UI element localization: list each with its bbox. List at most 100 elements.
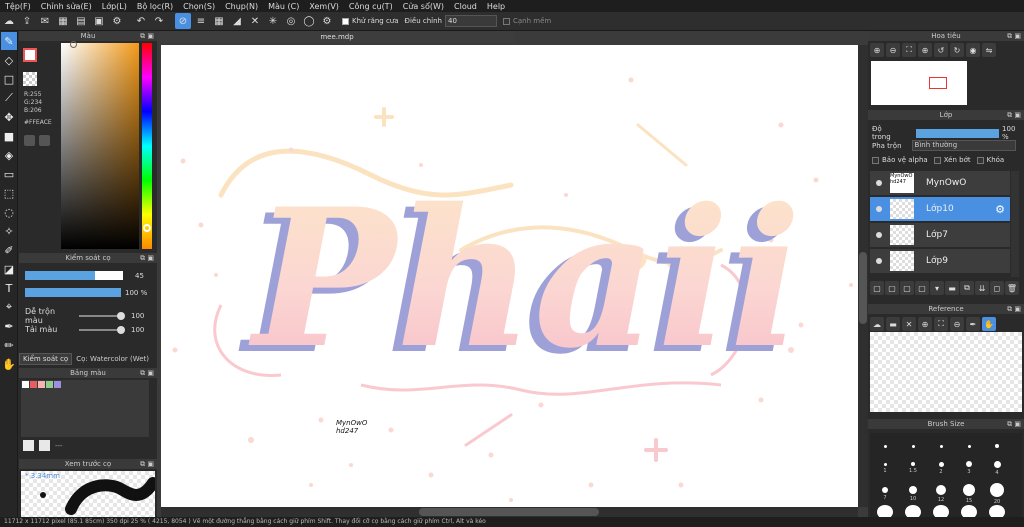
fit-icon[interactable]: ⛶ bbox=[902, 43, 916, 57]
fill-tool-icon[interactable]: ◈ bbox=[1, 146, 17, 164]
open-file-icon[interactable]: ▬ bbox=[886, 317, 900, 331]
reset-rotation-icon[interactable]: ◉ bbox=[966, 43, 980, 57]
menu-item-1[interactable]: Chỉnh sửa(E) bbox=[36, 2, 97, 11]
zoom-in-icon[interactable]: ⊕ bbox=[870, 43, 884, 57]
cloud-icon[interactable]: ☁ bbox=[1, 13, 17, 29]
snap-concentric-icon[interactable]: ◎ bbox=[283, 13, 299, 29]
menu-item-7[interactable]: Xem(V) bbox=[304, 2, 344, 11]
color-wheel-icon[interactable] bbox=[24, 135, 35, 146]
brush-opacity-slider[interactable] bbox=[25, 288, 121, 297]
document-tab[interactable]: mee.mdp bbox=[160, 31, 514, 43]
hand-tool-icon[interactable]: ✋ bbox=[1, 355, 17, 373]
new-layer-1bit-icon[interactable]: ▢ bbox=[900, 281, 914, 295]
image-icon[interactable]: ▣ bbox=[91, 13, 107, 29]
layers-icon[interactable]: ▤ bbox=[73, 13, 89, 29]
hue-cursor[interactable] bbox=[143, 224, 151, 232]
brush-size-preset[interactable]: 20 bbox=[984, 481, 1010, 507]
clear-layer-icon[interactable]: ◻ bbox=[990, 281, 1004, 295]
eyedropper-icon[interactable]: ✒ bbox=[1, 317, 17, 335]
rotate-left-icon[interactable]: ↺ bbox=[934, 43, 948, 57]
snap-grid-icon[interactable]: ▦ bbox=[211, 13, 227, 29]
menu-item-4[interactable]: Chọn(S) bbox=[178, 2, 220, 11]
brush-size-preset[interactable] bbox=[900, 435, 926, 457]
brush-opacity-value[interactable]: 100 % bbox=[125, 289, 147, 297]
brush-size-preset[interactable]: 12 bbox=[928, 481, 954, 507]
snap-radial-icon[interactable]: ✳ bbox=[265, 13, 281, 29]
panel-controls-icon[interactable]: ⧉ ▣ bbox=[140, 31, 154, 41]
undo-icon[interactable]: ↶ bbox=[133, 13, 149, 29]
palette-swatch[interactable] bbox=[54, 381, 61, 388]
snap-cross-icon[interactable]: ✕ bbox=[247, 13, 263, 29]
chat-icon[interactable]: ✉ bbox=[37, 13, 53, 29]
gradient-tool-icon[interactable]: ▭ bbox=[1, 165, 17, 183]
horizontal-scroll-thumb[interactable] bbox=[419, 508, 599, 516]
tab-brush-control[interactable]: Kiểm soát cọ bbox=[19, 353, 73, 365]
hue-slider[interactable] bbox=[142, 43, 152, 249]
menu-item-0[interactable]: Tệp(F) bbox=[0, 2, 36, 11]
panel-controls-icon[interactable]: ⧉ ▣ bbox=[140, 253, 154, 263]
brush-size-preset[interactable]: 15 bbox=[956, 481, 982, 507]
panel-controls-icon[interactable]: ⧉ ▣ bbox=[1007, 31, 1021, 41]
antialias-checkbox[interactable] bbox=[342, 17, 349, 25]
brush-size-preset[interactable] bbox=[872, 435, 898, 457]
layer-settings-icon[interactable]: ⚙ bbox=[995, 203, 1005, 216]
panel-controls-icon[interactable]: ⧉ ▣ bbox=[140, 368, 154, 378]
snap-vanish-icon[interactable]: ◢ bbox=[229, 13, 245, 29]
brush-tool-icon[interactable]: ✎ bbox=[1, 32, 17, 50]
eye-icon[interactable] bbox=[876, 206, 882, 212]
snap-settings-icon[interactable]: ⚙ bbox=[319, 13, 335, 29]
vertical-scroll-thumb[interactable] bbox=[859, 252, 867, 324]
new-folder-icon[interactable]: ▬ bbox=[945, 281, 959, 295]
new-halftone-icon[interactable]: ▢ bbox=[915, 281, 929, 295]
brush-size-preset[interactable]: 4 bbox=[984, 455, 1010, 481]
blend-slider[interactable] bbox=[79, 312, 125, 320]
new-layer-icon[interactable]: ▢ bbox=[870, 281, 884, 295]
menu-item-6[interactable]: Màu (C) bbox=[263, 2, 304, 11]
grid-view-icon[interactable]: ▦ bbox=[55, 13, 71, 29]
menu-item-8[interactable]: Công cụ(T) bbox=[344, 2, 398, 11]
soft-edge-option[interactable]: Cạnh mềm bbox=[503, 17, 551, 25]
palette-swatch[interactable] bbox=[46, 381, 53, 388]
foreground-color-swatch[interactable] bbox=[23, 48, 37, 62]
select-pen-icon[interactable]: ✐ bbox=[1, 241, 17, 259]
palette-swatch[interactable] bbox=[38, 381, 45, 388]
layer-row[interactable]: MynOwO hd247 MynOwO bbox=[870, 171, 1010, 196]
snap-circle-icon[interactable]: ◯ bbox=[301, 13, 317, 29]
shape-tool-icon[interactable]: ■ bbox=[1, 127, 17, 145]
canvas-page[interactable]: Phaii Phaii MynOwO hd247 bbox=[161, 45, 858, 507]
export-icon[interactable]: ⇪ bbox=[19, 13, 35, 29]
protect-alpha-checkbox[interactable] bbox=[872, 156, 879, 164]
layer-row[interactable]: Lớp9 bbox=[870, 249, 1010, 274]
snap-parallel-icon[interactable]: ≡ bbox=[193, 13, 209, 29]
palette-swatch[interactable] bbox=[22, 381, 29, 388]
antialias-option[interactable]: Khử răng cưa bbox=[342, 17, 399, 25]
brush-size-preset[interactable]: 10 bbox=[900, 481, 926, 507]
eye-icon[interactable] bbox=[876, 180, 882, 186]
zoom-100-icon[interactable]: ⊕ bbox=[918, 43, 932, 57]
layer-row[interactable]: Lớp7 bbox=[870, 223, 1010, 248]
ref-zoom-out-icon[interactable]: ⊖ bbox=[950, 317, 964, 331]
brush-size-preset[interactable] bbox=[984, 435, 1010, 457]
flip-icon[interactable]: ⇋ bbox=[982, 43, 996, 57]
panel-controls-icon[interactable]: ⧉ ▣ bbox=[140, 459, 154, 469]
magic-wand-icon[interactable]: ✧ bbox=[1, 222, 17, 240]
background-color-swatch[interactable] bbox=[23, 72, 37, 86]
ref-fit-icon[interactable]: ⛶ bbox=[934, 317, 948, 331]
redo-icon[interactable]: ↷ bbox=[151, 13, 167, 29]
line-tool-icon[interactable]: ⟋ bbox=[1, 89, 17, 107]
saturation-value-picker[interactable] bbox=[61, 43, 139, 249]
soft-edge-checkbox[interactable] bbox=[503, 17, 510, 25]
navigator-viewport-rect[interactable] bbox=[929, 77, 947, 89]
menu-item-2[interactable]: Lớp(L) bbox=[97, 2, 132, 11]
sv-cursor[interactable] bbox=[70, 41, 77, 48]
pen-tool-icon[interactable]: ✏ bbox=[1, 336, 17, 354]
vertical-scrollbar[interactable] bbox=[858, 45, 868, 507]
layer-blend-select[interactable]: Bình thường bbox=[911, 140, 1016, 151]
menu-item-11[interactable]: Help bbox=[482, 2, 510, 11]
menu-item-5[interactable]: Chụp(N) bbox=[220, 2, 263, 11]
eraser-tool-icon[interactable]: ◇ bbox=[1, 51, 17, 69]
blend-knob[interactable] bbox=[117, 312, 125, 320]
lock-checkbox[interactable] bbox=[976, 156, 984, 164]
select-rect-icon[interactable]: ⬚ bbox=[1, 184, 17, 202]
panel-controls-icon[interactable]: ⧉ ▣ bbox=[1007, 110, 1021, 120]
